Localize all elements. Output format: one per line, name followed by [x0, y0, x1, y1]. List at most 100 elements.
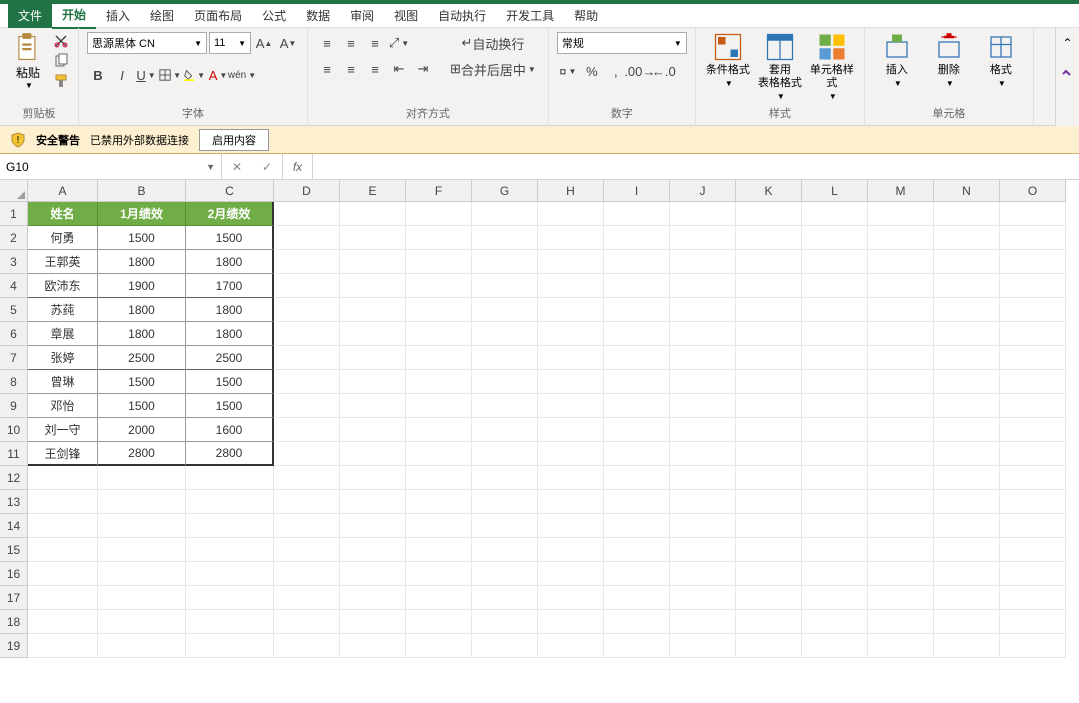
cell-J9[interactable] [670, 394, 736, 418]
cell-G5[interactable] [472, 298, 538, 322]
cell-I3[interactable] [604, 250, 670, 274]
cell-B3[interactable]: 1800 [98, 250, 186, 274]
cell-I8[interactable] [604, 370, 670, 394]
cell-H1[interactable] [538, 202, 604, 226]
increase-indent-button[interactable]: ⇥ [412, 58, 434, 80]
cell-L14[interactable] [802, 514, 868, 538]
borders-button[interactable]: ▼ [159, 64, 181, 86]
cell-C18[interactable] [186, 610, 274, 634]
cell-B2[interactable]: 1500 [98, 226, 186, 250]
cell-F15[interactable] [406, 538, 472, 562]
cell-J8[interactable] [670, 370, 736, 394]
cell-F7[interactable] [406, 346, 472, 370]
cell-N6[interactable] [934, 322, 1000, 346]
cell-F14[interactable] [406, 514, 472, 538]
cell-G3[interactable] [472, 250, 538, 274]
cell-A12[interactable] [28, 466, 98, 490]
cell-N17[interactable] [934, 586, 1000, 610]
tab-view[interactable]: 视图 [384, 3, 428, 28]
cell-A2[interactable]: 何勇 [28, 226, 98, 250]
cell-L19[interactable] [802, 634, 868, 658]
wrap-text-button[interactable]: ↵ 自动换行 [446, 32, 540, 54]
cell-K10[interactable] [736, 418, 802, 442]
tab-formulas[interactable]: 公式 [252, 3, 296, 28]
cell-C8[interactable]: 1500 [186, 370, 274, 394]
row-header-11[interactable]: 11 [0, 442, 28, 466]
row-header-17[interactable]: 17 [0, 586, 28, 610]
cell-D19[interactable] [274, 634, 340, 658]
cell-K14[interactable] [736, 514, 802, 538]
align-bottom-button[interactable]: ≡ [364, 32, 386, 54]
cell-K6[interactable] [736, 322, 802, 346]
cell-N3[interactable] [934, 250, 1000, 274]
row-header-2[interactable]: 2 [0, 226, 28, 250]
cell-O2[interactable] [1000, 226, 1066, 250]
cell-G18[interactable] [472, 610, 538, 634]
cell-I19[interactable] [604, 634, 670, 658]
cell-J18[interactable] [670, 610, 736, 634]
cell-H2[interactable] [538, 226, 604, 250]
cell-O18[interactable] [1000, 610, 1066, 634]
cell-H17[interactable] [538, 586, 604, 610]
cell-M14[interactable] [868, 514, 934, 538]
cell-C6[interactable]: 1800 [186, 322, 274, 346]
cell-H18[interactable] [538, 610, 604, 634]
cell-A4[interactable]: 欧沛东 [28, 274, 98, 298]
column-header-E[interactable]: E [340, 180, 406, 202]
cell-M18[interactable] [868, 610, 934, 634]
cell-D2[interactable] [274, 226, 340, 250]
cell-O19[interactable] [1000, 634, 1066, 658]
cell-N13[interactable] [934, 490, 1000, 514]
cell-C16[interactable] [186, 562, 274, 586]
cell-L11[interactable] [802, 442, 868, 466]
row-header-16[interactable]: 16 [0, 562, 28, 586]
row-header-9[interactable]: 9 [0, 394, 28, 418]
column-header-N[interactable]: N [934, 180, 1000, 202]
cell-L15[interactable] [802, 538, 868, 562]
cell-M1[interactable] [868, 202, 934, 226]
cell-N14[interactable] [934, 514, 1000, 538]
align-center-button[interactable]: ≡ [340, 58, 362, 80]
cell-K9[interactable] [736, 394, 802, 418]
conditional-format-button[interactable]: 条件格式▼ [704, 32, 752, 88]
row-header-5[interactable]: 5 [0, 298, 28, 322]
cell-O5[interactable] [1000, 298, 1066, 322]
cell-C7[interactable]: 2500 [186, 346, 274, 370]
cell-D11[interactable] [274, 442, 340, 466]
cell-H19[interactable] [538, 634, 604, 658]
cell-N8[interactable] [934, 370, 1000, 394]
cell-N15[interactable] [934, 538, 1000, 562]
tab-home[interactable]: 开始 [52, 2, 96, 29]
cell-L8[interactable] [802, 370, 868, 394]
cell-K7[interactable] [736, 346, 802, 370]
align-top-button[interactable]: ≡ [316, 32, 338, 54]
cell-J6[interactable] [670, 322, 736, 346]
cell-M2[interactable] [868, 226, 934, 250]
cell-N2[interactable] [934, 226, 1000, 250]
cell-L13[interactable] [802, 490, 868, 514]
cell-K12[interactable] [736, 466, 802, 490]
cell-C13[interactable] [186, 490, 274, 514]
cell-B6[interactable]: 1800 [98, 322, 186, 346]
cell-J3[interactable] [670, 250, 736, 274]
cell-F4[interactable] [406, 274, 472, 298]
cell-H8[interactable] [538, 370, 604, 394]
cell-O16[interactable] [1000, 562, 1066, 586]
cell-F9[interactable] [406, 394, 472, 418]
column-header-H[interactable]: H [538, 180, 604, 202]
font-name-combo[interactable]: 思源黑体 CN▼ [87, 32, 207, 54]
cell-O8[interactable] [1000, 370, 1066, 394]
name-box[interactable]: G10 ▼ [0, 154, 222, 179]
cell-G7[interactable] [472, 346, 538, 370]
cell-H3[interactable] [538, 250, 604, 274]
cell-L17[interactable] [802, 586, 868, 610]
cell-E16[interactable] [340, 562, 406, 586]
cell-L1[interactable] [802, 202, 868, 226]
cell-I16[interactable] [604, 562, 670, 586]
cell-J14[interactable] [670, 514, 736, 538]
cell-N18[interactable] [934, 610, 1000, 634]
cell-N4[interactable] [934, 274, 1000, 298]
tab-insert[interactable]: 插入 [96, 3, 140, 28]
cell-I7[interactable] [604, 346, 670, 370]
cell-I9[interactable] [604, 394, 670, 418]
